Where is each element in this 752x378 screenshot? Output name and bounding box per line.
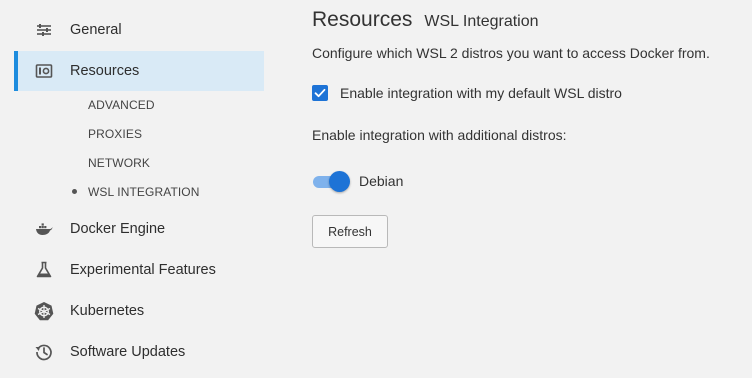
sidebar-item-label: Software Updates [70,344,186,360]
distro-name: Debian [359,173,404,189]
sidebar-item-experimental-features[interactable]: Experimental Features [14,250,264,290]
sidebar-item-resources[interactable]: Resources [14,51,264,91]
sidebar-item-label: Resources [70,63,140,79]
sidebar-item-label: Experimental Features [70,262,216,278]
sidebar-item-label: Docker Engine [70,221,166,237]
default-distro-option: Enable integration with my default WSL d… [312,85,622,101]
subnav-item-proxies[interactable]: PROXIES [88,123,142,145]
active-indicator [14,51,18,91]
default-distro-checkbox[interactable] [312,85,328,101]
page-title: Resources [312,8,413,31]
whale-icon [34,219,54,239]
sidebar-item-label: General [70,22,122,38]
sidebar-item-docker-engine[interactable]: Docker Engine [14,209,264,249]
additional-distros-label: Enable integration with additional distr… [312,127,567,143]
subnav-item-network[interactable]: NETWORK [88,152,150,174]
sidebar-item-software-updates[interactable]: Software Updates [14,332,264,372]
debian-toggle[interactable] [312,170,350,192]
distro-row-debian: Debian [312,170,403,192]
sidebar-item-general[interactable]: General [14,10,264,50]
page-subtitle: WSL Integration [424,13,539,30]
page-description: Configure which WSL 2 distros you want t… [312,45,710,61]
default-distro-label: Enable integration with my default WSL d… [340,85,622,101]
sidebar-item-label: Kubernetes [70,303,145,319]
selected-dot [72,189,77,194]
flask-icon [34,260,54,280]
refresh-button[interactable]: Refresh [312,215,388,248]
history-icon [34,342,54,362]
resources-icon [34,61,54,81]
helm-wheel-icon [34,301,54,321]
sidebar-item-kubernetes[interactable]: Kubernetes [14,291,264,331]
sidebar: General Resources ADVANCED PROXIES NETWO… [0,0,265,378]
sliders-icon [34,20,54,40]
subnav-item-advanced[interactable]: ADVANCED [88,94,155,116]
toggle-knob [329,171,350,192]
checkmark-icon [314,88,326,98]
subnav-item-wsl-integration[interactable]: WSL INTEGRATION [88,181,200,203]
page-header: Resources WSL Integration [312,8,539,32]
